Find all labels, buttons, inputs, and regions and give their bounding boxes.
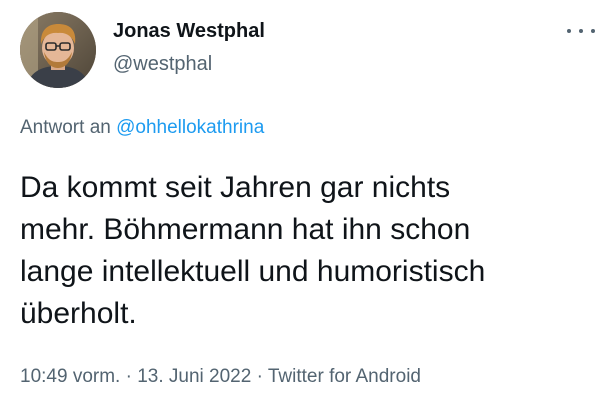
more-options-icon[interactable] xyxy=(567,22,595,40)
tweet-text-line: lange intellektuell und humoristisch xyxy=(20,255,486,288)
tweet-text: Da kommt seit Jahren gar nichts mehr. Bö… xyxy=(20,167,590,335)
dot xyxy=(591,29,595,33)
tweet-card: Jonas Westphal @westphal Antwort an @ohh… xyxy=(0,0,599,413)
tweet-source[interactable]: Twitter for Android xyxy=(268,366,421,387)
tweet-time[interactable]: 10:49 vorm. xyxy=(20,366,120,387)
tweet-text-line: Da kommt seit Jahren gar nichts xyxy=(20,171,451,204)
reply-prefix: Antwort an xyxy=(20,117,111,138)
avatar-photo-icon xyxy=(20,12,96,88)
author-avatar[interactable] xyxy=(20,12,96,88)
tweet-text-line: mehr. Böhmermann hat ihn schon xyxy=(20,213,471,246)
reply-mention-link[interactable]: @ohhellokathrina xyxy=(116,117,264,138)
author-name[interactable]: Jonas Westphal xyxy=(113,20,265,43)
separator: · xyxy=(125,366,132,387)
tweet-text-line: überholt. xyxy=(20,297,137,330)
tweet-date[interactable]: 13. Juni 2022 xyxy=(137,366,251,387)
tweet-metadata: 10:49 vorm. · 13. Juni 2022 · Twitter fo… xyxy=(20,366,421,388)
reply-context: Antwort an @ohhellokathrina xyxy=(20,117,264,139)
author-handle[interactable]: @westphal xyxy=(113,53,212,76)
separator: · xyxy=(256,366,263,387)
dot xyxy=(579,29,583,33)
dot xyxy=(567,29,571,33)
